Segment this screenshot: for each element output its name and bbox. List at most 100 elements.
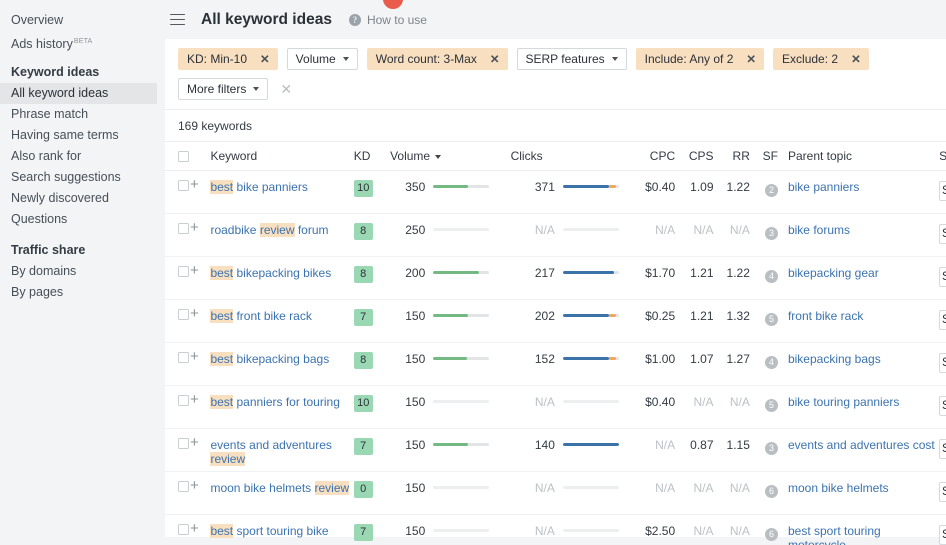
- filter-chip-word-count[interactable]: Word count: 3-Max ✕: [367, 48, 508, 70]
- sidebar-item-questions[interactable]: Questions: [0, 209, 157, 230]
- kd-cell: 8: [354, 213, 390, 256]
- keyword-cell[interactable]: moon bike helmets review: [210, 471, 353, 514]
- keyword-cell[interactable]: best bikepacking bikes: [210, 256, 353, 299]
- parent-topic-link[interactable]: best sport touring motorcycle: [788, 524, 939, 545]
- column-header-rr[interactable]: RR: [718, 142, 754, 170]
- sidebar-item-overview[interactable]: Overview: [0, 10, 157, 31]
- sidebar-item-by-pages[interactable]: By pages: [0, 282, 157, 303]
- row-checkbox[interactable]: [178, 352, 189, 363]
- parent-topic-cell[interactable]: bikepacking bags: [788, 342, 939, 385]
- row-checkbox[interactable]: [178, 438, 189, 449]
- table-row[interactable]: +best bike panniers10350371$0.401.091.22…: [165, 170, 946, 213]
- serp-dropdown-button[interactable]: SERP: [939, 525, 946, 545]
- parent-topic-link[interactable]: bikepacking bags: [788, 352, 939, 367]
- filter-chip-kd[interactable]: KD: Min-10 ✕: [178, 48, 278, 70]
- row-checkbox[interactable]: [178, 266, 189, 277]
- keyword-cell[interactable]: best bike panniers: [210, 170, 353, 213]
- filter-chip-include[interactable]: Include: Any of 2 ✕: [636, 48, 764, 70]
- hamburger-icon[interactable]: [170, 14, 185, 26]
- expand-row-icon[interactable]: +: [190, 435, 199, 450]
- parent-topic-link[interactable]: bike touring panniers: [788, 395, 939, 410]
- keyword-cell[interactable]: events and adventures review: [210, 428, 353, 471]
- row-expand-cell: +: [190, 256, 210, 299]
- expand-row-icon[interactable]: +: [190, 306, 199, 321]
- sidebar-item-newly-discovered[interactable]: Newly discovered: [0, 188, 157, 209]
- serp-dropdown-button[interactable]: SERP: [939, 353, 946, 373]
- expand-row-icon[interactable]: +: [190, 521, 199, 536]
- serp-dropdown-button[interactable]: SERP: [939, 181, 946, 201]
- sidebar-item-also-rank-for[interactable]: Also rank for: [0, 146, 157, 167]
- row-checkbox[interactable]: [178, 309, 189, 320]
- clear-filters-x-icon[interactable]: ✕: [280, 82, 292, 96]
- filter-chip-exclude[interactable]: Exclude: 2 ✕: [773, 48, 869, 70]
- table-row[interactable]: +events and adventures review7150140N/A0…: [165, 428, 946, 471]
- column-header-kd[interactable]: KD: [354, 142, 390, 170]
- parent-topic-link[interactable]: bike forums: [788, 223, 939, 238]
- column-header-keyword[interactable]: Keyword: [210, 142, 353, 170]
- table-row[interactable]: +best bikepacking bikes8200217$1.701.211…: [165, 256, 946, 299]
- close-icon[interactable]: ✕: [486, 48, 508, 70]
- parent-topic-cell[interactable]: best sport touring motorcycle: [788, 514, 939, 545]
- sidebar-item-search-suggestions[interactable]: Search suggestions: [0, 167, 157, 188]
- parent-topic-cell[interactable]: bike forums: [788, 213, 939, 256]
- row-checkbox[interactable]: [178, 180, 189, 191]
- table-row[interactable]: +best sport touring bike7150N/A$2.50N/AN…: [165, 514, 946, 545]
- column-header-parent-topic[interactable]: Parent topic: [788, 142, 939, 170]
- table-row[interactable]: +best bikepacking bags8150152$1.001.071.…: [165, 342, 946, 385]
- serp-dropdown-button[interactable]: SERP: [939, 439, 946, 459]
- column-header-cps[interactable]: CPS: [681, 142, 717, 170]
- serp-dropdown-button[interactable]: SERP: [939, 482, 946, 502]
- expand-row-icon[interactable]: +: [190, 220, 199, 235]
- close-icon[interactable]: ✕: [256, 48, 278, 70]
- parent-topic-cell[interactable]: front bike rack: [788, 299, 939, 342]
- sidebar-item-all-keyword-ideas[interactable]: All keyword ideas: [0, 83, 157, 104]
- column-header-cpc[interactable]: CPC: [633, 142, 681, 170]
- keyword-cell[interactable]: best front bike rack: [210, 299, 353, 342]
- serp-dropdown-button[interactable]: SERP: [939, 224, 946, 244]
- filter-chip-serp-features[interactable]: SERP features: [517, 48, 627, 70]
- parent-topic-cell[interactable]: events and adventures cost: [788, 428, 939, 471]
- how-to-use-link[interactable]: ? How to use: [349, 13, 427, 27]
- keyword-cell[interactable]: best bikepacking bags: [210, 342, 353, 385]
- table-row[interactable]: +roadbike review forum8250N/AN/AN/AN/A3b…: [165, 213, 946, 256]
- column-header-clicks[interactable]: Clicks: [511, 142, 634, 170]
- keyword-cell[interactable]: best panniers for touring: [210, 385, 353, 428]
- column-header-volume[interactable]: Volume: [390, 142, 511, 170]
- expand-row-icon[interactable]: +: [190, 177, 199, 192]
- expand-row-icon[interactable]: +: [190, 263, 199, 278]
- column-header-sf[interactable]: SF: [754, 142, 788, 170]
- parent-topic-cell[interactable]: bike touring panniers: [788, 385, 939, 428]
- filter-chip-volume[interactable]: Volume: [287, 48, 358, 70]
- row-checkbox[interactable]: [178, 481, 189, 492]
- close-icon[interactable]: ✕: [847, 48, 869, 70]
- expand-row-icon[interactable]: +: [190, 349, 199, 364]
- serp-dropdown-button[interactable]: SERP: [939, 267, 946, 287]
- sidebar-item-phrase-match[interactable]: Phrase match: [0, 104, 157, 125]
- parent-topic-cell[interactable]: bike panniers: [788, 170, 939, 213]
- table-row[interactable]: +moon bike helmets review0150N/AN/AN/AN/…: [165, 471, 946, 514]
- parent-topic-link[interactable]: moon bike helmets: [788, 481, 939, 496]
- table-row[interactable]: +best panniers for touring10150N/A$0.40N…: [165, 385, 946, 428]
- serp-dropdown-button[interactable]: SERP: [939, 310, 946, 330]
- parent-topic-link[interactable]: bike panniers: [788, 180, 939, 195]
- table-row[interactable]: +best front bike rack7150202$0.251.211.3…: [165, 299, 946, 342]
- sidebar-item-by-domains[interactable]: By domains: [0, 261, 157, 282]
- expand-row-icon[interactable]: +: [190, 478, 199, 493]
- parent-topic-cell[interactable]: bikepacking gear: [788, 256, 939, 299]
- more-filters-button[interactable]: More filters: [178, 78, 268, 100]
- row-checkbox[interactable]: [178, 524, 189, 535]
- parent-topic-link[interactable]: events and adventures cost: [788, 438, 939, 453]
- parent-topic-link[interactable]: bikepacking gear: [788, 266, 939, 281]
- close-icon[interactable]: ✕: [742, 48, 764, 70]
- sidebar-item-having-same-terms[interactable]: Having same terms: [0, 125, 157, 146]
- serp-dropdown-button[interactable]: SERP: [939, 396, 946, 416]
- keyword-cell[interactable]: roadbike review forum: [210, 213, 353, 256]
- sidebar-item-ads-history[interactable]: Ads historyBETA: [0, 31, 157, 52]
- keyword-cell[interactable]: best sport touring bike: [210, 514, 353, 545]
- row-checkbox[interactable]: [178, 395, 189, 406]
- select-all-checkbox[interactable]: [178, 151, 189, 162]
- parent-topic-cell[interactable]: moon bike helmets: [788, 471, 939, 514]
- row-checkbox[interactable]: [178, 223, 189, 234]
- expand-row-icon[interactable]: +: [190, 392, 199, 407]
- parent-topic-link[interactable]: front bike rack: [788, 309, 939, 324]
